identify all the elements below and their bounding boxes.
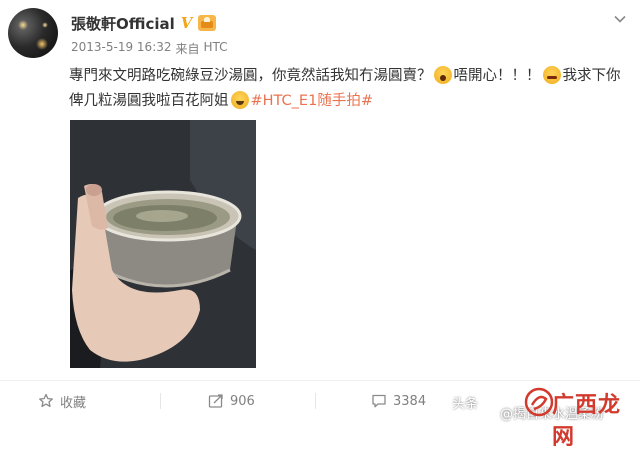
author-name[interactable]: 張敬軒Official [71,13,175,34]
repost-count: 906 [230,393,255,409]
comment-button[interactable]: 3384 [371,381,426,421]
topic-link[interactable]: #HTC_E1随手拍# [251,93,373,109]
watermark-source: 头条 [452,396,479,412]
post-source[interactable]: HTC [204,40,228,57]
sad-emoji-icon [230,91,249,109]
avatar-light [36,38,48,50]
share-icon [208,394,223,408]
author-row: 張敬軒Official V [71,12,217,34]
repost-button[interactable]: 906 [208,381,255,421]
watermark: 头条 @揭自來水溫柔粉 广西龙网 [452,385,638,450]
action-separator [315,393,316,409]
comment-count: 3384 [393,393,427,409]
angry-emoji-icon [542,66,561,84]
star-icon [39,393,53,408]
action-separator [160,393,161,409]
verified-badge-icon[interactable]: V [181,14,193,32]
watermark-site: 广西龙网 [552,393,622,450]
source-prefix: 来自 [175,42,200,56]
site-logo-icon [524,387,554,417]
comment-icon [372,394,386,408]
avatar[interactable] [8,8,58,58]
post-text: 專門來文明路吃碗綠豆沙湯圓，你竟然話我知冇湯圓賣？ 唔開心！！！ 我求下你俾几粒湯圓… [69,64,629,114]
post-text-part: 專門來文明路吃碗綠豆沙湯圓，你竟然話我知冇湯圓賣？ [69,68,432,84]
avatar-light [18,20,28,30]
favorite-label: 收藏 [60,395,87,411]
post-photo[interactable] [70,120,256,368]
chevron-down-icon[interactable] [613,12,627,26]
post-text-part: 唔開心！！！ [453,68,541,84]
post-timestamp[interactable]: 2013-5-19 16:32 [71,40,172,57]
favorite-button[interactable]: 收藏 [38,381,86,421]
shout-emoji-icon [433,66,452,84]
avatar-light [42,22,48,28]
photo-illustration [70,120,256,368]
member-badge-icon[interactable] [198,15,217,31]
post-meta: 2013-5-19 16:32 来自 HTC [71,40,228,57]
